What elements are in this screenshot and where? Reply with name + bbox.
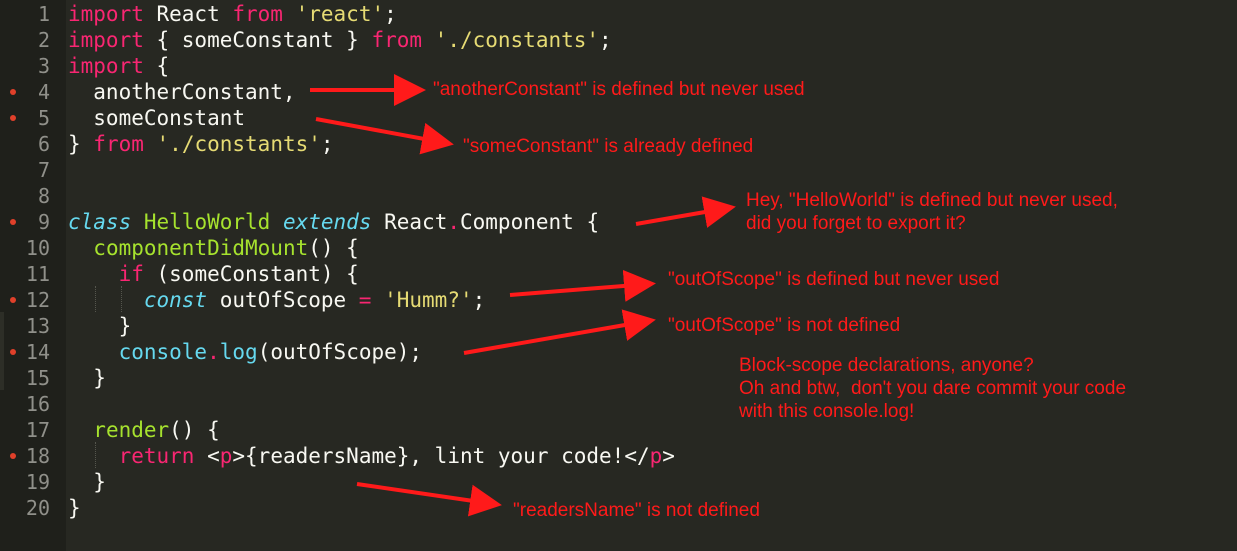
lint-annotation: Hey, "HelloWorld" is defined but never u… [746, 190, 1118, 211]
arrow [356, 482, 502, 517]
lint-annotation: "outOfScope" is not defined [668, 315, 901, 336]
lint-annotation: "someConstant" is already defined [463, 136, 754, 157]
arrow [463, 309, 656, 355]
arrow [509, 269, 656, 302]
lint-annotation: "anotherConstant" is defined but never u… [433, 79, 805, 100]
arrow [635, 196, 736, 228]
lint-annotation: Block-scope declarations, anyone? [739, 355, 1034, 376]
lint-annotation: "readersName" is not defined [513, 500, 760, 521]
lint-annotation: "outOfScope" is defined but never used [668, 269, 1000, 290]
lint-annotation: did you forget to export it? [746, 213, 966, 234]
arrow [315, 117, 454, 155]
lint-annotation: with this console.log! [739, 401, 915, 422]
lint-annotation: Oh and btw, don't you dare commit your c… [739, 378, 1127, 399]
